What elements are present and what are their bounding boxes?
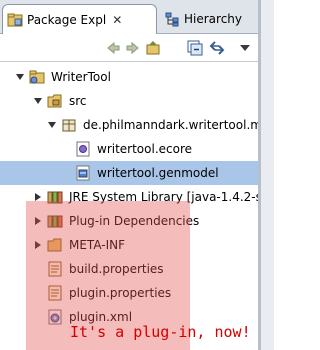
view-toolbar (0, 34, 258, 62)
up-button[interactable] (144, 39, 162, 57)
package-icon (62, 119, 76, 132)
adjacent-view-edge (261, 0, 274, 350)
tab-hierarchy[interactable]: Hierarchy (160, 4, 256, 34)
view-menu-button[interactable] (236, 39, 254, 57)
hierarchy-icon (165, 12, 179, 27)
tree-item-writertool-genmodel[interactable]: writertool.genmodel (0, 161, 258, 185)
link-with-editor-button[interactable] (208, 39, 226, 57)
forward-icon (126, 41, 139, 55)
annotation-caption: It's a plug-in, now! (70, 323, 251, 341)
expanded-arrow-icon[interactable] (14, 71, 26, 83)
genmodel-file-icon (76, 165, 90, 181)
tree-item-label: de.philmanndark.writertool.mode (83, 118, 258, 132)
tree-item-label: writertool.ecore (97, 142, 193, 156)
tree-item-label: WriterTool (51, 70, 111, 84)
collapse-all-button[interactable] (186, 39, 204, 57)
back-button[interactable] (104, 39, 122, 57)
ecore-file-icon (76, 141, 90, 157)
tree-item-src[interactable]: src (0, 89, 258, 113)
view-tab-bar: Package Expl ✕ Hierarchy (0, 0, 274, 34)
tab-label: Hierarchy (184, 12, 243, 26)
tree-item-label: writertool.genmodel (97, 166, 219, 180)
package-explorer-icon (7, 13, 23, 26)
back-icon (107, 41, 120, 55)
plugin-project-icon (29, 70, 45, 84)
close-icon[interactable]: ✕ (112, 14, 122, 26)
tree-item-writertool-ecore[interactable]: writertool.ecore (0, 137, 258, 161)
collapse-all-icon (187, 40, 203, 56)
link-with-editor-icon (209, 41, 225, 55)
expanded-arrow-icon[interactable] (46, 119, 58, 131)
up-icon (146, 41, 160, 55)
tree-item-label: src (69, 94, 87, 108)
tree-item-writertool-project[interactable]: WriterTool (0, 65, 258, 89)
tab-label: Package Expl (27, 12, 107, 27)
view-menu-icon (240, 45, 250, 51)
tree-item-package[interactable]: de.philmanndark.writertool.mode (0, 113, 258, 137)
tab-package-explorer[interactable]: Package Expl ✕ (2, 4, 157, 34)
expanded-arrow-icon[interactable] (32, 95, 44, 107)
forward-button[interactable] (124, 39, 142, 57)
source-folder-icon (47, 94, 62, 108)
